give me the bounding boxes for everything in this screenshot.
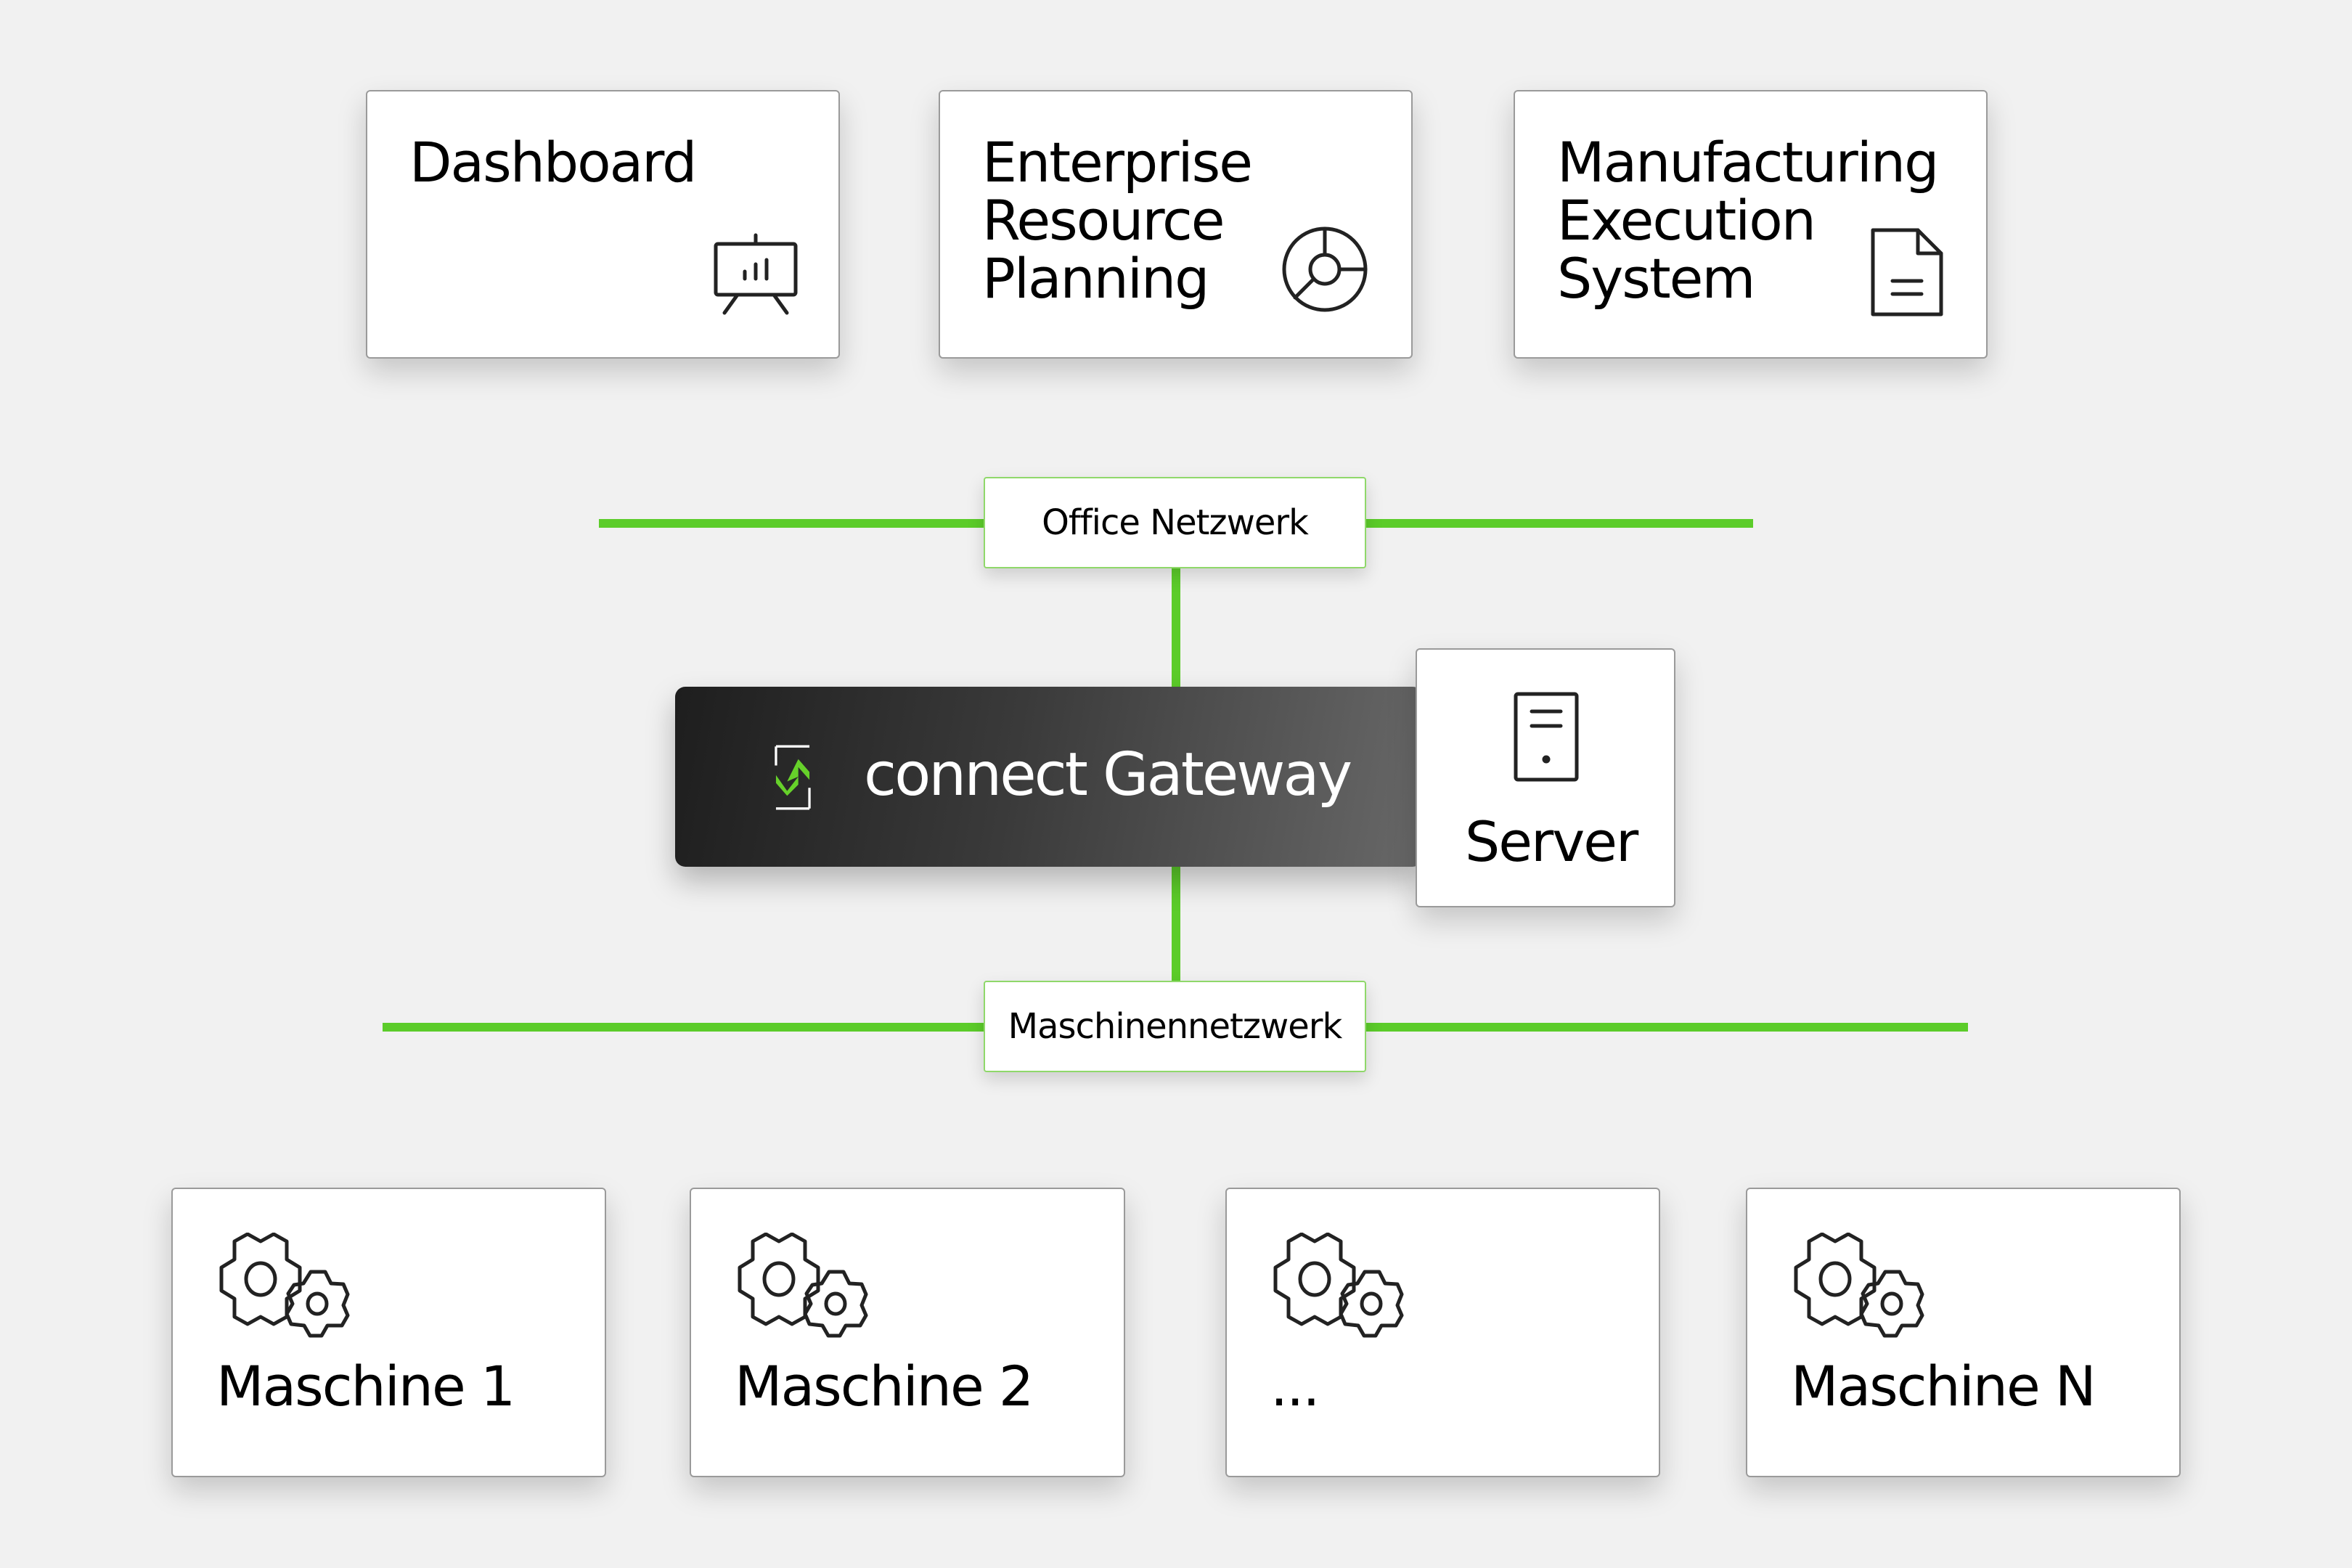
- machine-2-title: Maschine 2: [735, 1354, 1034, 1418]
- presentation-chart-icon: [714, 233, 798, 315]
- dashboard-title: Dashboard: [409, 130, 697, 195]
- machine-n-title: Maschine N: [1791, 1354, 2096, 1418]
- dashboard-box[interactable]: Dashboard: [366, 90, 840, 359]
- gears-icon: [1787, 1233, 1925, 1342]
- machine-more-title: ...: [1270, 1354, 1320, 1418]
- gears-icon: [1267, 1233, 1405, 1342]
- server-icon: [1514, 692, 1579, 782]
- document-icon: [1871, 228, 1943, 317]
- machine-1-title: Maschine 1: [216, 1354, 515, 1418]
- gears-icon: [213, 1233, 351, 1342]
- machine-network-label: Maschinennetzwerk: [984, 981, 1366, 1072]
- connect-gateway[interactable]: connect Gateway: [675, 687, 1423, 867]
- gears-icon: [731, 1233, 869, 1342]
- machine-more-box[interactable]: ...: [1225, 1188, 1660, 1477]
- connect-logo-icon: [775, 745, 811, 810]
- mes-box[interactable]: Manufacturing Execution System: [1514, 90, 1988, 359]
- server-title: Server: [1465, 809, 1638, 874]
- office-network-label: Office Netzwerk: [984, 477, 1366, 568]
- machine-2-box[interactable]: Maschine 2: [690, 1188, 1125, 1477]
- erp-title: Enterprise Resource Planning: [982, 130, 1253, 311]
- erp-box[interactable]: Enterprise Resource Planning: [939, 90, 1413, 359]
- machine-n-box[interactable]: Maschine N: [1746, 1188, 2181, 1477]
- pie-chart-icon: [1282, 226, 1368, 312]
- gateway-title: connect Gateway: [864, 740, 1352, 809]
- machine-1-box[interactable]: Maschine 1: [171, 1188, 606, 1477]
- server-box[interactable]: Server: [1416, 648, 1675, 907]
